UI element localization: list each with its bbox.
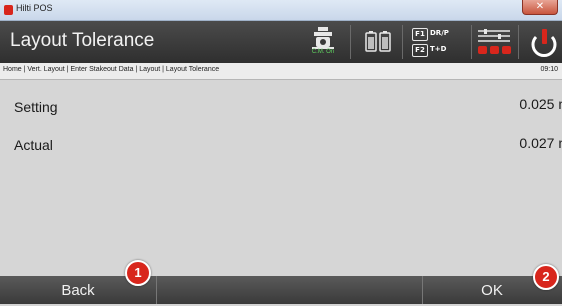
instrument-status-label: C.M. On	[311, 49, 335, 55]
f2-key: F2	[412, 44, 428, 57]
footer-divider	[156, 276, 157, 304]
battery-icon	[360, 25, 396, 59]
breadcrumb: Home | Vert. Layout | Enter Stakeout Dat…	[0, 63, 562, 80]
f2-label: T+D	[430, 45, 447, 53]
app-icon	[4, 5, 13, 15]
header-bar: Layout Tolerance C.M. On F1 DR/P F2 T+D	[0, 21, 562, 63]
power-icon[interactable]	[526, 25, 562, 59]
window-title: Hilti POS	[16, 3, 53, 13]
setting-label: Setting	[14, 99, 58, 115]
settings-icon[interactable]	[474, 25, 514, 59]
header-divider	[471, 25, 472, 59]
window-close-button[interactable]: ✕	[522, 0, 558, 15]
header-divider	[402, 25, 403, 59]
header-divider	[350, 25, 351, 59]
window-titlebar: Hilti POS ✕	[0, 0, 562, 21]
header-divider	[518, 25, 519, 59]
instrument-icon[interactable]: C.M. On	[308, 25, 338, 59]
breadcrumb-path: Home | Vert. Layout | Enter Stakeout Dat…	[3, 66, 220, 73]
actual-label: Actual	[14, 137, 53, 153]
setting-value: 0.025 m	[519, 96, 562, 112]
callout-1: 1	[125, 260, 151, 286]
actual-value: 0.027 m	[519, 135, 562, 151]
footer-bar: Back OK	[0, 276, 562, 304]
f1-label: DR/P	[430, 29, 449, 37]
function-keys-icon[interactable]: F1 DR/P F2 T+D	[410, 25, 470, 59]
callout-2: 2	[533, 264, 559, 290]
content-area: Setting 0.025 m Actual 0.027 m	[0, 80, 562, 276]
page-title: Layout Tolerance	[10, 30, 155, 51]
clock: 09:10	[540, 66, 558, 73]
f1-key: F1	[412, 28, 428, 41]
